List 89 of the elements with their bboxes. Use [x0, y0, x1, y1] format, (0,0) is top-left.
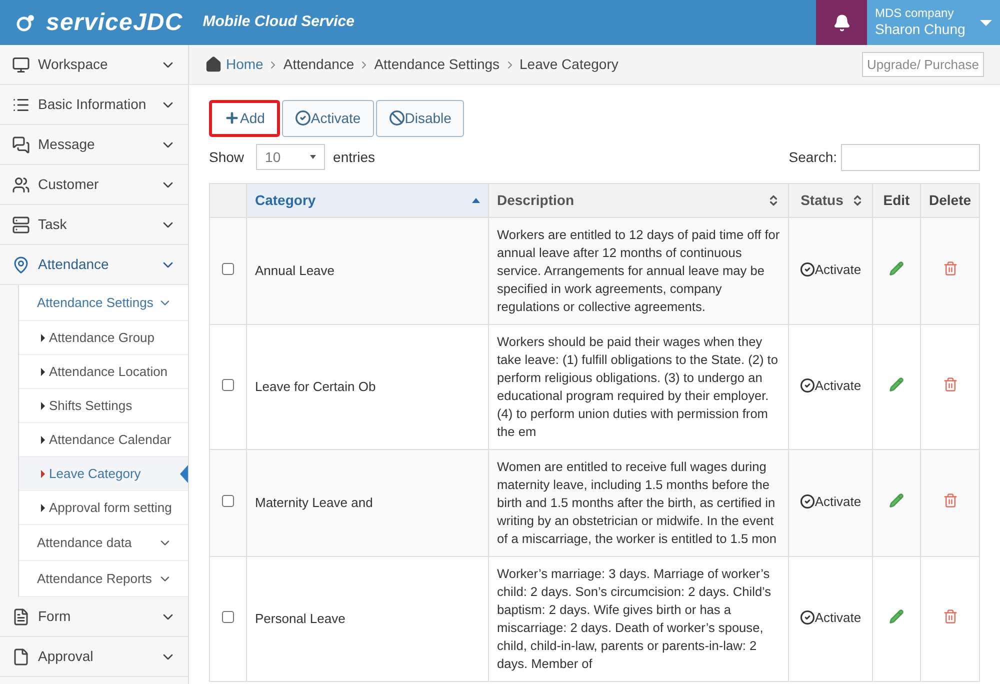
category-cell: Personal Leave	[246, 556, 488, 682]
sidebar-item[interactable]: Attendance Group	[19, 321, 188, 355]
delete-button[interactable]	[942, 608, 958, 624]
sidebar-item[interactable]: Shifts Settings	[19, 389, 188, 423]
sidebar-item[interactable]: Basic Information	[0, 85, 188, 125]
trash-icon	[942, 260, 958, 276]
upgrade-button[interactable]: Upgrade/ Purchase	[862, 52, 984, 77]
edit-button[interactable]	[889, 492, 904, 508]
row-checkbox[interactable]	[222, 611, 234, 624]
company-name: MDS company	[875, 6, 955, 22]
map-pin-icon	[12, 256, 30, 274]
caret-icon	[310, 155, 316, 159]
bell-icon	[832, 14, 850, 32]
edit-button[interactable]	[889, 260, 904, 276]
form-icon	[12, 608, 30, 626]
sidebar-item[interactable]: Attendance Reports	[19, 561, 188, 597]
breadcrumb-link[interactable]: Leave Category	[520, 54, 618, 75]
description-cell: Worker’s marriage: 3 days. Marriage of worker’s child: 2 days. Son’s circumcision: 2 days. Child’s baptism: 2 days. Wife gives birth or has a miscarriage: 2 days. Death of worker’s spouse, child, child-in-law, parents or parents-in-law: 2 days. Member of	[488, 556, 788, 682]
row-checkbox[interactable]	[222, 379, 234, 392]
column-header[interactable]: Description	[488, 184, 788, 218]
status-label: Activate	[800, 608, 862, 628]
trash-icon	[942, 376, 958, 392]
trash-icon	[942, 608, 958, 624]
breadcrumb-link[interactable]: Attendance	[283, 54, 354, 75]
sort-icon	[767, 194, 780, 207]
triangle-icon	[41, 504, 45, 512]
sidebar-item[interactable]: Approval	[0, 637, 188, 677]
trash-icon	[942, 492, 958, 508]
disable-button[interactable]: Disable	[376, 100, 464, 136]
edit-button[interactable]	[889, 376, 904, 392]
triangle-icon	[41, 402, 45, 410]
users-icon	[12, 176, 30, 194]
sidebar-item[interactable]: Form	[0, 597, 188, 637]
triangle-icon	[41, 368, 45, 376]
show-label: Show	[209, 148, 244, 166]
status-label: Activate	[800, 492, 862, 512]
delete-button[interactable]	[942, 492, 958, 508]
row-checkbox[interactable]	[222, 495, 234, 508]
home-icon	[205, 56, 222, 73]
plus-icon	[224, 110, 240, 126]
sidebar-item[interactable]: Leave Category	[19, 457, 188, 491]
delete-button[interactable]	[942, 260, 958, 276]
sidebar-item[interactable]: Attendance data	[19, 525, 188, 561]
edit-button[interactable]	[889, 608, 904, 624]
sort-icon	[851, 194, 864, 207]
page-size-select[interactable]: 10	[256, 144, 326, 170]
delete-button[interactable]	[942, 376, 958, 392]
selection-indicator	[180, 465, 188, 483]
sidebar-item[interactable]: Task	[0, 205, 188, 245]
check-circle-icon	[800, 610, 815, 625]
user-name: Sharon Chung	[875, 21, 966, 39]
sidebar-item[interactable]: Message	[0, 125, 188, 165]
tagline: Mobile Cloud Service	[202, 12, 354, 32]
add-button[interactable]: Add	[209, 100, 280, 136]
column-header[interactable]: Category	[246, 184, 488, 218]
check-circle-icon	[800, 494, 815, 509]
status-label: Activate	[800, 376, 862, 396]
status-label: Activate	[800, 260, 862, 280]
check-circle-icon	[800, 262, 815, 277]
monitor-icon	[12, 56, 30, 74]
pencil-icon	[889, 376, 904, 392]
document-icon	[12, 648, 30, 666]
sidebar-item[interactable]: Customer	[0, 165, 188, 205]
triangle-icon	[41, 470, 45, 478]
sidebar-item[interactable]: Workspace	[0, 45, 188, 85]
logo-text: serviceJDC	[46, 8, 183, 38]
chat-icon	[12, 136, 30, 154]
sidebar-item[interactable]: Attendance Location	[19, 355, 188, 389]
breadcrumb-link[interactable]: Attendance Settings	[374, 54, 500, 75]
search-label: Search:	[788, 148, 837, 166]
check-circle-icon	[800, 378, 815, 393]
pencil-icon	[889, 492, 904, 508]
triangle-icon	[41, 334, 45, 342]
caret-icon	[980, 20, 992, 26]
entries-label: entries	[333, 148, 376, 166]
breadcrumb-link[interactable]: Home	[226, 54, 264, 75]
sidebar-item[interactable]: Approval form setting	[19, 491, 188, 525]
pencil-icon	[889, 260, 904, 276]
check-circle-icon	[294, 110, 311, 126]
server-icon	[12, 216, 30, 234]
notifications-button[interactable]	[816, 0, 867, 45]
activate-button[interactable]: Activate	[282, 100, 374, 136]
search-field[interactable]	[841, 144, 980, 170]
sort-ascending-icon	[472, 198, 480, 203]
sidebar-item[interactable]: Attendance Settings	[19, 285, 188, 321]
ban-icon	[388, 110, 405, 126]
pencil-icon	[889, 608, 904, 624]
triangle-icon	[41, 436, 45, 444]
row-checkbox[interactable]	[222, 263, 234, 276]
